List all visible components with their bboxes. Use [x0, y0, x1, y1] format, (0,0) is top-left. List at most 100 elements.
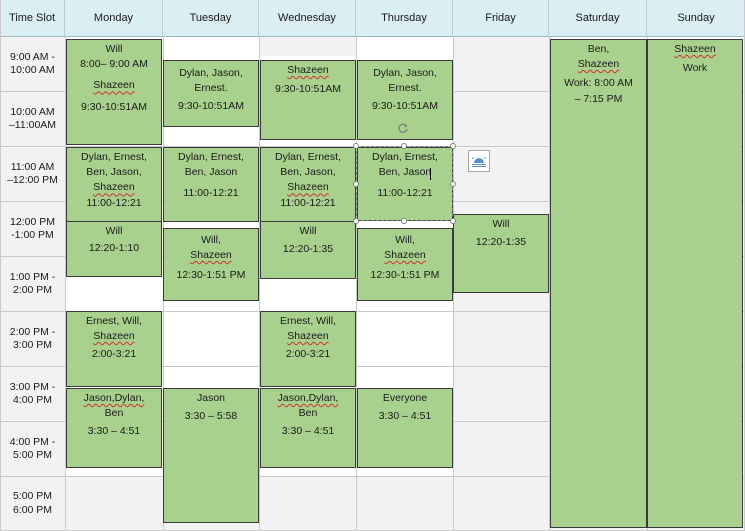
event-people: Ben, Jason	[184, 166, 238, 179]
event-time: 12:20-1:10	[88, 242, 140, 255]
event-time: 3:30 – 4:51	[87, 425, 141, 438]
event-time: 11:00-12:21	[280, 196, 336, 209]
time-slot-label: 1:00 PM - 2:00 PM	[9, 270, 56, 296]
resize-handle[interactable]	[353, 181, 359, 187]
header-sunday: Sunday	[647, 0, 745, 36]
event-time: 9:30-10:51AM	[178, 100, 244, 113]
event-people: Shazeen	[93, 79, 135, 92]
event-time: 2:00-3:21	[285, 348, 331, 361]
time-slot-label: 12:00 PM -1:00 PM	[10, 215, 55, 241]
header-saturday: Saturday	[549, 0, 647, 36]
text-cursor	[430, 168, 431, 180]
event-people: Dylan, Jason,	[179, 67, 243, 79]
event-label: Work	[682, 62, 708, 75]
header-thursday: Thursday	[356, 0, 453, 36]
resize-handle[interactable]	[401, 218, 407, 224]
event-block-monday[interactable]: Will 8:00– 9:00 AM Shazeen 9:30-10:51AM	[66, 39, 162, 145]
event-time: – 7:15 PM	[574, 92, 623, 105]
event-people: Jason	[196, 392, 226, 404]
event-block-tuesday[interactable]: Dylan, Ernest, Ben, Jason 11:00-12:21	[163, 147, 259, 222]
event-people: Shazeen	[287, 181, 329, 194]
layout-options-icon[interactable]	[468, 150, 490, 172]
event-people: Dylan, Ernest,	[81, 151, 147, 163]
resize-handle[interactable]	[450, 218, 456, 224]
event-time: 12:20-1:35	[282, 243, 334, 256]
event-block-monday[interactable]: Dylan, Ernest, Ben, Jason, Shazeen 11:00…	[66, 147, 162, 222]
event-people: Shazeen	[287, 330, 329, 343]
event-people: Will	[492, 218, 510, 230]
event-people: Will	[299, 225, 317, 237]
resize-handle[interactable]	[450, 181, 456, 187]
header-tuesday: Tuesday	[163, 0, 259, 36]
event-people: Will	[105, 225, 123, 237]
event-people: Everyone	[382, 392, 428, 404]
header-time-slot: Time Slot	[0, 0, 65, 36]
event-people: Shazeen	[93, 181, 135, 194]
event-block-monday[interactable]: Jason,Dylan, Ben 3:30 – 4:51	[66, 388, 162, 468]
event-time: 11:00-12:21	[183, 187, 239, 200]
event-people: Ben,	[587, 43, 610, 55]
event-block-wednesday[interactable]: Dylan, Ernest, Ben, Jason, Shazeen 11:00…	[260, 147, 356, 222]
event-people: Ben	[298, 407, 318, 420]
event-block-wednesday[interactable]: Shazeen 9:30-10:51AM	[260, 60, 356, 140]
time-slot-label: 10:00 AM –11:00AM	[8, 105, 57, 131]
time-slot-label: 9:00 AM - 10:00 AM	[10, 50, 55, 76]
schedule-table: Time Slot Monday Tuesday Wednesday Thurs…	[0, 0, 745, 531]
event-people: Ben, Jason,	[280, 166, 336, 179]
event-people: Ben, Jason,	[86, 166, 142, 179]
rotate-handle-icon[interactable]	[397, 122, 409, 134]
event-people: Will,	[395, 234, 415, 246]
event-people: Shazeen	[93, 330, 135, 343]
resize-handle[interactable]	[353, 143, 359, 149]
event-people: Ernest.	[194, 82, 228, 95]
event-people: Ben	[104, 407, 124, 420]
event-people: Jason,Dylan,	[277, 392, 339, 404]
event-people: Ernest.	[388, 82, 422, 95]
event-block-tuesday[interactable]: Jason 3:30 – 5:58	[163, 388, 259, 523]
event-block-tuesday[interactable]: Dylan, Jason, Ernest. 9:30-10:51AM	[163, 60, 259, 127]
event-block-wednesday[interactable]: Ernest, Will, Shazeen 2:00-3:21	[260, 311, 356, 387]
event-people: Shazeen	[384, 249, 426, 262]
event-block-thursday[interactable]: Everyone 3:30 – 4:51	[357, 388, 453, 468]
selection-frame	[356, 146, 453, 221]
header-wednesday: Wednesday	[259, 0, 356, 36]
resize-handle[interactable]	[353, 218, 359, 224]
time-slot-label: 5:00 PM 6:00 PM	[12, 490, 53, 516]
event-time: 9:30-10:51AM	[372, 100, 438, 113]
event-block-saturday[interactable]: Ben, Shazeen Work: 8:00 AM – 7:15 PM	[550, 39, 647, 528]
event-people: Dylan, Ernest,	[275, 151, 341, 163]
event-block-thursday[interactable]: Will, Shazeen 12:30-1:51 PM	[357, 228, 453, 301]
time-slot-label: 11:00 AM –12:00 PM	[7, 160, 58, 186]
event-time: 11:00-12:21	[86, 196, 142, 209]
event-people: Shazeen	[287, 64, 329, 76]
event-time: 12:30-1:51 PM	[370, 269, 440, 282]
event-block-tuesday[interactable]: Will, Shazeen 12:30-1:51 PM	[163, 228, 259, 301]
event-people: Jason,Dylan,	[83, 392, 145, 404]
event-block-wednesday[interactable]: Will 12:20-1:35	[260, 221, 356, 279]
event-people: Ernest, Will,	[85, 315, 142, 327]
event-people: Shazeen	[577, 58, 620, 71]
event-time: 3:30 – 4:51	[281, 425, 335, 438]
cell-bg	[259, 36, 356, 56]
time-slot-label: 3:00 PM - 4:00 PM	[9, 380, 56, 406]
event-people: Shazeen	[190, 249, 232, 262]
time-slot-label: 2:00 PM - 3:00 PM	[9, 325, 56, 351]
resize-handle[interactable]	[401, 143, 407, 149]
event-time: 2:00-3:21	[91, 348, 137, 361]
event-time: 12:20-1:35	[475, 236, 527, 249]
event-time: 9:30-10:51AM	[275, 83, 341, 96]
event-block-wednesday[interactable]: Jason,Dylan, Ben 3:30 – 4:51	[260, 388, 356, 468]
event-block-friday[interactable]: Will 12:20-1:35	[453, 214, 549, 293]
event-time: 8:00– 9:00 AM	[80, 58, 148, 71]
event-time: Work: 8:00 AM	[564, 77, 633, 90]
resize-handle[interactable]	[450, 143, 456, 149]
event-people: Will,	[201, 234, 221, 246]
event-time: 12:30-1:51 PM	[176, 269, 246, 282]
event-people: Dylan, Ernest,	[178, 151, 244, 163]
event-block-monday[interactable]: Ernest, Will, Shazeen 2:00-3:21	[66, 311, 162, 387]
time-slot-label: 4:00 PM - 5:00 PM	[9, 435, 56, 461]
event-time: 3:30 – 5:58	[184, 410, 238, 423]
event-block-sunday[interactable]: Shazeen Work	[647, 39, 743, 528]
event-people: Shazeen	[674, 43, 716, 55]
event-block-monday[interactable]: Will 12:20-1:10	[66, 221, 162, 277]
